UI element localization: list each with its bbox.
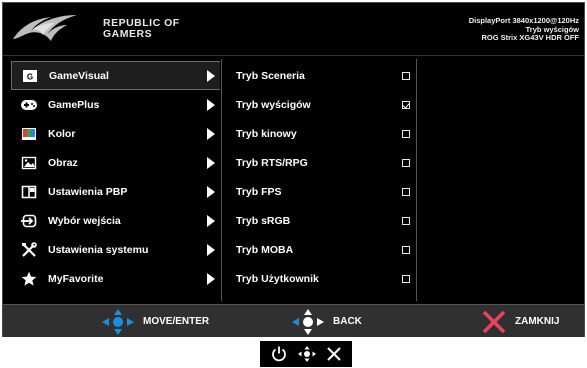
submenu-item-rts-rpg[interactable]: Tryb RTS/RPG — [226, 148, 412, 177]
menu-item-gamevisual[interactable]: G GameVisual — [11, 61, 220, 91]
rog-logo — [13, 15, 77, 41]
back-label: BACK — [333, 316, 362, 327]
power-icon[interactable] — [270, 345, 288, 363]
model-hdr-text: ROG Strix XG43V HDR OFF — [481, 33, 579, 42]
checkbox[interactable] — [402, 246, 410, 255]
submenu-item-label: Tryb sRGB — [236, 215, 291, 228]
gamevisual-icon: G — [21, 68, 39, 84]
submenu-item-scenery[interactable]: Tryb Sceneria — [226, 61, 412, 90]
joystick-icon[interactable] — [297, 345, 317, 363]
checkbox-checked[interactable] — [402, 100, 410, 109]
submenu-item-srgb[interactable]: Tryb sRGB — [226, 206, 412, 235]
submenu-item-label: Tryb wyścigów — [236, 98, 311, 111]
five-way-navigation-icon — [102, 308, 134, 335]
chevron-right-icon — [207, 244, 215, 257]
color-icon — [20, 126, 38, 142]
move-enter-label: MOVE/ENTER — [143, 316, 210, 327]
tools-icon — [20, 242, 38, 258]
menu-item-gameplus[interactable]: GamePlus — [11, 90, 220, 119]
osd-header: REPUBLIC OF GAMERS DisplayPort 3840x1200… — [3, 3, 584, 51]
submenu-item-label: Tryb Sceneria — [236, 69, 305, 82]
close-label: ZAMKNIJ — [515, 316, 560, 327]
main-menu: G GameVisual GamePlus Kolor Obraz Ustawi… — [11, 61, 220, 294]
column-divider — [416, 59, 417, 301]
gamevisual-submenu: Tryb Sceneria Tryb wyścigów Tryb kinowy … — [226, 61, 412, 294]
submenu-item-label: Tryb RTS/RPG — [236, 156, 308, 169]
menu-item-wybor-wejscia[interactable]: Wybór wejścia — [11, 206, 220, 235]
menu-item-label: MyFavorite — [48, 273, 104, 286]
svg-text:G: G — [27, 72, 33, 81]
column-divider — [221, 59, 222, 301]
chevron-right-icon — [207, 98, 215, 111]
osd-footer: MOVE/ENTER BACK ZAMKNIJ — [3, 304, 584, 337]
chevron-right-icon — [207, 273, 215, 286]
close-icon — [482, 310, 506, 333]
chevron-right-icon — [207, 185, 215, 198]
menu-item-label: Kolor — [48, 127, 76, 140]
osd-menu: REPUBLIC OF GAMERS DisplayPort 3840x1200… — [2, 2, 585, 337]
submenu-item-label: Tryb MOBA — [236, 244, 294, 257]
checkbox[interactable] — [402, 158, 410, 167]
submenu-item-user[interactable]: Tryb Użytkownik — [226, 265, 412, 294]
chevron-right-icon — [207, 215, 215, 228]
menu-item-label: Ustawienia systemu — [48, 244, 149, 257]
gamepad-icon — [20, 97, 38, 113]
menu-item-label: GameVisual — [49, 69, 109, 82]
pbp-icon — [20, 184, 38, 200]
star-icon — [20, 271, 38, 287]
submenu-item-moba[interactable]: Tryb MOBA — [226, 236, 412, 265]
move-enter-button[interactable]: MOVE/ENTER — [101, 305, 209, 338]
submenu-item-racing[interactable]: Tryb wyścigów — [226, 90, 412, 119]
checkbox[interactable] — [402, 217, 410, 226]
submenu-item-label: Tryb Użytkownik — [236, 273, 319, 286]
five-way-back-icon — [292, 308, 324, 335]
checkbox[interactable] — [402, 71, 410, 80]
checkbox[interactable] — [402, 129, 410, 138]
back-button[interactable]: BACK — [291, 305, 362, 338]
checkbox[interactable] — [402, 275, 410, 284]
menu-item-kolor[interactable]: Kolor — [11, 119, 220, 148]
menu-item-label: Ustawienia PBP — [48, 185, 128, 198]
chevron-right-icon — [207, 127, 215, 140]
menu-item-label: Obraz — [48, 156, 78, 169]
submenu-item-fps[interactable]: Tryb FPS — [226, 177, 412, 206]
menu-item-ustawienia-pbp[interactable]: Ustawienia PBP — [11, 177, 220, 206]
menu-item-myfavorite[interactable]: MyFavorite — [11, 265, 220, 294]
close-button[interactable]: ZAMKNIJ — [481, 305, 559, 338]
brand-line2: GAMERS — [103, 28, 153, 40]
status-info: DisplayPort 3840x1200@120Hz Tryb wyścigó… — [469, 16, 579, 43]
chevron-right-icon — [207, 156, 215, 169]
image-icon — [20, 155, 38, 171]
submenu-item-cinema[interactable]: Tryb kinowy — [226, 119, 412, 148]
menu-item-label: Wybór wejścia — [48, 215, 121, 228]
menu-item-ustawienia-systemu[interactable]: Ustawienia systemu — [11, 236, 220, 265]
header-divider — [3, 55, 584, 56]
input-icon — [20, 213, 38, 229]
menu-item-label: GamePlus — [48, 98, 100, 111]
chevron-right-icon — [207, 69, 215, 82]
hardware-keys — [260, 341, 352, 367]
close-icon[interactable] — [326, 346, 342, 362]
brand-text: REPUBLIC OF GAMERS — [103, 18, 180, 40]
menu-item-obraz[interactable]: Obraz — [11, 148, 220, 177]
submenu-item-label: Tryb FPS — [236, 185, 282, 198]
checkbox[interactable] — [402, 187, 410, 196]
submenu-item-label: Tryb kinowy — [236, 127, 297, 140]
